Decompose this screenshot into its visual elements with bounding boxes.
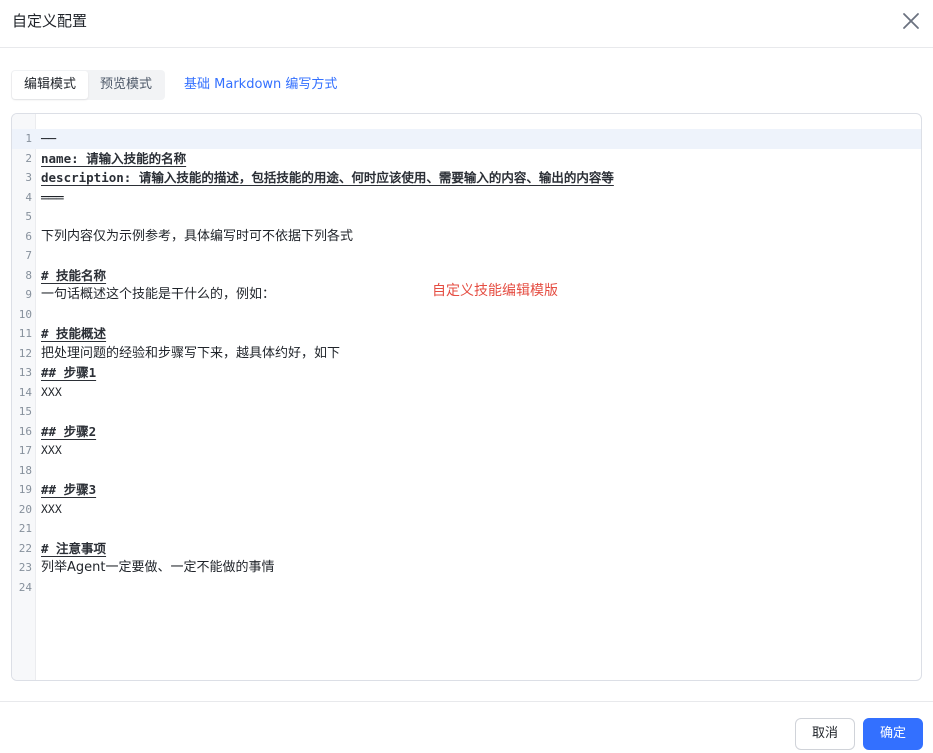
line-text: ## 步骤3 [41,482,97,497]
line-text: ## 步骤1 [41,365,97,380]
line-number: 10 [18,307,32,321]
editor-line[interactable]: 12 把处理问题的经验和步骤写下来，越具体约好，如下 [12,344,921,364]
line-number: 9 [25,288,32,301]
line-number: 1 [25,132,32,145]
line-number: 8 [25,268,32,282]
editor-line[interactable]: 20 XXX [12,500,921,520]
confirm-button[interactable]: 确定 [863,718,923,750]
line-text: ═══ [41,189,64,205]
dialog-footer: 取消 确定 [0,701,933,753]
editor-line[interactable]: 15 [12,402,921,422]
line-number: 21 [18,522,32,535]
editor-line[interactable]: 10 [12,305,921,325]
line-number: 7 [25,249,32,262]
line-number: 24 [18,580,32,594]
tab-preview-mode[interactable]: 预览模式 [88,71,164,99]
line-text: ── [41,131,57,146]
editor-line[interactable]: 1 ── [12,129,921,149]
line-number: 12 [18,346,32,360]
editor-line[interactable]: 7 [12,246,921,266]
editor-lines: 1 ── 2 name: 请输入技能的名称 3 description: 请输入技能的描述… [12,129,921,597]
editor-line[interactable]: 22 # 注意事项 [12,539,921,559]
cancel-button[interactable]: 取消 [795,718,855,750]
editor-line[interactable]: 2 name: 请输入技能的名称 [12,149,921,169]
editor-line[interactable]: 3 description: 请输入技能的描述，包括技能的用途、何时应该使用、需要… [12,168,921,188]
line-text: XXX [41,443,62,457]
editor-line[interactable]: 6 下列内容仅为示例参考，具体编写时可不依据下列各式 [12,227,921,247]
line-number: 11 [18,327,32,340]
line-text: 下列内容仅为示例参考，具体编写时可不依据下列各式 [41,228,354,244]
line-number: 6 [25,229,32,243]
editor-line[interactable]: 5 [12,207,921,227]
dialog-title: 自定义配置 [12,12,88,30]
editor-line[interactable]: 23 列举Agent一定要做、一定不能做的事情 [12,558,921,578]
line-number: 15 [18,405,32,418]
line-number: 23 [18,561,32,574]
line-text: XXX [41,501,62,516]
line-number: 14 [18,385,32,399]
line-text: 一句话概述这个技能是干什么的，例如： [41,287,276,302]
editor-line[interactable]: 11 # 技能概述 [12,324,921,344]
line-number: 5 [25,210,32,223]
template-annotation: 自定义技能编辑模版 [432,283,558,299]
close-button[interactable] [900,10,922,32]
line-text: # 技能概述 [41,326,107,341]
line-text: 列举Agent一定要做、一定不能做的事情 [41,560,275,575]
editor-line[interactable]: 21 [12,519,921,539]
code-editor[interactable]: 1 ── 2 name: 请输入技能的名称 3 description: 请输入技能的描述… [11,113,922,681]
markdown-guide-link[interactable]: 基础 Markdown 编写方式 [184,76,337,94]
line-number: 4 [25,190,32,204]
line-number: 2 [25,151,32,165]
line-text: 把处理问题的经验和步骤写下来，越具体约好，如下 [41,345,341,361]
editor-line[interactable]: 13 ## 步骤1 [12,363,921,383]
dialog-header: 自定义配置 [0,0,933,48]
line-number: 18 [18,463,32,477]
line-text: # 技能名称 [41,267,107,283]
editor-line[interactable]: 19 ## 步骤3 [12,480,921,500]
editor-line[interactable]: 4 ═══ [12,188,921,208]
editor-line[interactable]: 24 [12,578,921,598]
close-icon [903,13,919,29]
line-number: 3 [25,171,32,184]
line-number: 16 [18,424,32,438]
editor-line[interactable]: 18 [12,461,921,481]
line-text: name: 请输入技能的名称 [41,150,187,166]
line-text: ## 步骤2 [41,423,97,439]
mode-tabs: 编辑模式 预览模式 [11,70,166,100]
editor-line[interactable]: 14 XXX [12,383,921,403]
line-number: 13 [18,366,32,379]
line-number: 19 [18,483,32,496]
line-text: description: 请输入技能的描述，包括技能的用途、何时应该使用、需要输… [41,170,614,185]
line-number: 20 [18,502,32,516]
line-number: 17 [18,444,32,457]
editor-line[interactable]: 17 XXX [12,441,921,461]
line-text: # 注意事项 [41,540,107,556]
line-number: 22 [18,541,32,555]
editor-line[interactable]: 16 ## 步骤2 [12,422,921,442]
line-text: XXX [41,384,62,399]
tab-edit-mode[interactable]: 编辑模式 [12,71,89,99]
